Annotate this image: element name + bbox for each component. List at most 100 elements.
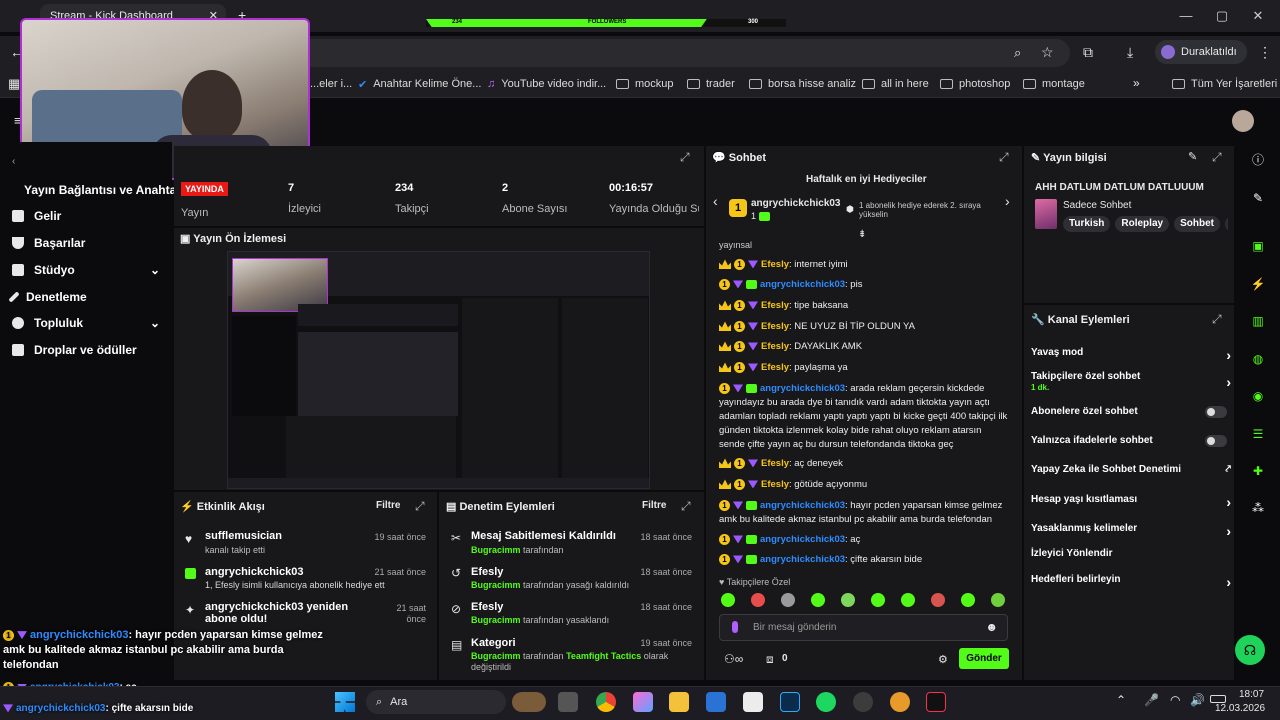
expand-actions-icon[interactable]: ⤢ [1212, 312, 1222, 327]
file-explorer-icon[interactable] [669, 692, 689, 712]
expand-stats-icon[interactable]: ⤢ [680, 150, 690, 165]
bookmark-item[interactable]: ♫ YouTube video indir... [487, 76, 606, 92]
stream-tag[interactable]: Sohbet [1174, 216, 1220, 232]
gifters-next-icon[interactable]: › [1005, 193, 1010, 209]
minimize-icon[interactable]: — [1176, 8, 1196, 23]
emote-icon[interactable] [841, 593, 855, 607]
pencil-icon[interactable]: ✎ [1246, 186, 1270, 210]
zoom-icon[interactable]: ⌕ [1014, 45, 1021, 61]
profile-button[interactable]: Duraklatıldı [1155, 40, 1247, 64]
sidebar-item-topluluk[interactable]: Topluluk ⌄ [12, 316, 160, 330]
layout-icon[interactable]: ☰ [1246, 422, 1270, 446]
extensions-icon[interactable]: ⧉ [1083, 44, 1093, 61]
network-icon[interactable]: ⁂ [1246, 496, 1270, 520]
taskbar-search[interactable]: ⌕ Ara [366, 690, 506, 714]
clipboard-icon[interactable]: ▥ [1246, 309, 1270, 333]
stream-key-heading[interactable]: Yayın Bağlantısı ve Anahtarı [24, 183, 184, 197]
volume-icon[interactable]: 🔊 [1190, 693, 1205, 707]
tiktok-icon[interactable] [926, 692, 946, 712]
emote-icon[interactable] [751, 593, 765, 607]
emote-icon[interactable] [781, 593, 795, 607]
sidebar-item-gelir[interactable]: Gelir [12, 209, 61, 223]
expand-chat-icon[interactable]: ⤢ [999, 150, 1009, 165]
bookmark-item[interactable]: montage [1023, 76, 1085, 92]
download-icon[interactable]: ⤓ [1127, 44, 1133, 61]
emote-only-item[interactable]: Yalnızca ifadelerle sohbet [1031, 435, 1231, 449]
more-bookmarks-icon[interactable]: » [1133, 76, 1140, 90]
sidebar-item-basarilar[interactable]: Başarılar [12, 236, 85, 250]
followers-only-item[interactable]: Takipçilere özel sohbet 1 dk. › [1031, 371, 1231, 395]
expand-modlog-icon[interactable]: ⤢ [681, 499, 691, 514]
sidebar-item-studyo[interactable]: Stüdyo ⌄ [12, 263, 160, 277]
capcut-icon[interactable] [743, 692, 763, 712]
tool-icon[interactable]: ✚ [1246, 459, 1270, 483]
chat-settings-icon[interactable]: ⚙ [938, 653, 948, 666]
banned-words-item[interactable]: Yasaklanmış kelimeler › [1031, 523, 1231, 539]
bookmark-star-icon[interactable]: ☆ [1041, 44, 1054, 61]
raid-item[interactable]: İzleyici Yönlendir [1031, 548, 1231, 562]
gifter-name[interactable]: angrychickchick03 [751, 198, 841, 209]
bookmark-item[interactable]: ✔ Anahtar Kelime Öne... [358, 76, 481, 92]
stream-tag[interactable]: T [1224, 216, 1228, 232]
battery-icon[interactable] [1210, 695, 1226, 703]
pinned-toggle-icon[interactable]: ⇟ [858, 229, 866, 240]
copilot-icon[interactable] [633, 692, 653, 712]
info-icon[interactable]: ⓘ [1246, 148, 1270, 172]
bookmark-item[interactable]: borsa hisse analiz [749, 76, 856, 92]
all-bookmarks[interactable]: Tüm Yer İşaretleri [1172, 76, 1277, 92]
emoji-icon[interactable]: ☻ [985, 620, 998, 634]
category-name[interactable]: Sadece Sohbet [1063, 200, 1131, 211]
expand-activity-icon[interactable]: ⤢ [415, 499, 425, 514]
emote-icon[interactable] [901, 593, 915, 607]
photoshop-icon[interactable] [780, 692, 800, 712]
collapse-sidebar-icon[interactable]: ‹ [12, 156, 15, 167]
clock-date[interactable]: 12.03.2026 [1215, 703, 1265, 714]
sidebar-item-droplar[interactable]: Droplar ve ödüller [12, 343, 137, 357]
chevron-down-icon[interactable]: ⌄ [150, 316, 160, 330]
emote-icon[interactable] [931, 593, 945, 607]
account-age-item[interactable]: Hesap yaşı kısıtlaması › [1031, 494, 1231, 510]
bookmark-item[interactable]: all in here [862, 76, 929, 92]
chat-input[interactable]: Bir mesaj gönderin ☻ [719, 614, 1008, 641]
bookmark-item[interactable]: ...eler i... [310, 76, 352, 92]
scene-icon[interactable]: ▣ [1246, 234, 1270, 258]
activity-name[interactable]: sufflemusician [205, 530, 282, 542]
edit-info-icon[interactable]: ✎ [1188, 150, 1197, 163]
task-view-icon[interactable] [558, 692, 578, 712]
lightning-icon[interactable]: ⚡ [1246, 272, 1270, 296]
gifters-prev-icon[interactable]: ‹ [713, 193, 718, 209]
mic-icon[interactable] [732, 621, 738, 633]
audio-app-icon[interactable] [890, 692, 910, 712]
chevron-down-icon[interactable]: ⌄ [150, 263, 160, 277]
expand-info-icon[interactable]: ⤢ [1212, 150, 1222, 165]
emote-icon[interactable] [811, 593, 825, 607]
slow-mode-item[interactable]: Yavaş mod › [1031, 347, 1231, 363]
user-avatar[interactable] [1232, 110, 1254, 132]
store-icon[interactable] [706, 692, 726, 712]
send-button[interactable]: Gönder [959, 648, 1009, 669]
emote-icon[interactable] [871, 593, 885, 607]
bookmark-item[interactable]: mockup [616, 76, 674, 92]
subs-only-item[interactable]: Abonelere özel sohbet [1031, 406, 1231, 420]
widgets-icon[interactable] [512, 692, 546, 712]
goals-item[interactable]: Hedefleri belirleyin › [1031, 574, 1231, 590]
clock-time[interactable]: 18:07 [1239, 689, 1264, 700]
mic-tray-icon[interactable]: 🎤 [1144, 693, 1159, 707]
modlog-action-title[interactable]: Efesly [471, 566, 503, 578]
sidebar-item-denetleme[interactable]: Denetleme [8, 290, 87, 304]
people-icon[interactable]: ⚇∞ [724, 652, 743, 666]
bookmark-item[interactable]: trader [687, 76, 735, 92]
chat-bubble-icon[interactable]: ◍ [1246, 347, 1270, 371]
activity-filter-button[interactable]: Filtre [376, 500, 400, 511]
activity-name[interactable]: angrychickchick03 [205, 566, 303, 578]
stream-tag[interactable]: Turkish [1063, 216, 1111, 232]
emote-icon[interactable] [991, 593, 1005, 607]
emote-icon[interactable] [961, 593, 975, 607]
apps-grid-icon[interactable]: ▦ [8, 76, 20, 92]
chrome-icon[interactable] [596, 692, 616, 712]
broadcast-icon[interactable]: ◉ [1246, 384, 1270, 408]
stream-preview-video[interactable] [227, 251, 650, 489]
close-window-icon[interactable]: ✕ [1248, 8, 1268, 24]
wifi-icon[interactable]: ◠ [1170, 693, 1180, 707]
points-gift-icon[interactable]: ⧈ [766, 652, 774, 667]
